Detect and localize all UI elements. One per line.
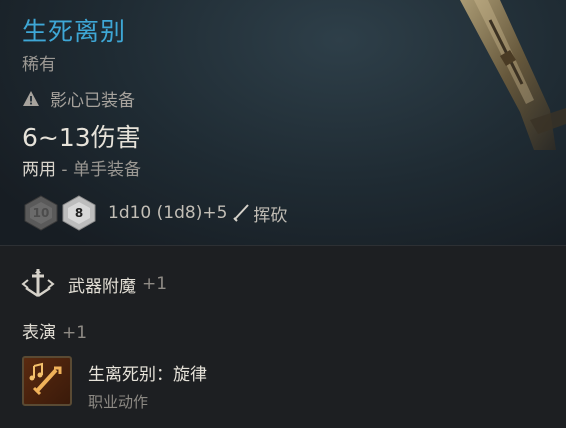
hand-type: 两用 [22,160,56,180]
damage-range: 6~13伤害 [22,123,141,152]
hand-type-row: 两用 - 单手装备 [22,155,141,180]
weapon-art-icon [460,0,566,150]
die-label: 10 [32,206,50,220]
die-label: 8 [74,206,84,220]
equip-status-row: 影心已装备 [22,86,135,111]
music-sword-icon [22,356,72,406]
item-name: 生死离别 [22,17,127,46]
enchant-value: +1 [142,274,168,294]
d10-dim-die-icon: 10 [22,194,60,232]
equip-status-text: 影心已装备 [50,91,135,111]
warning-icon [23,90,39,106]
performance-value: +1 [62,323,88,343]
tooltip-details: 武器附魔 +1 表演 +1 生离死别：旋律 职业动作 [0,246,566,428]
class-action-row[interactable]: 生离死别：旋律 职业动作 [22,356,207,412]
performance-label: 表演 [22,323,56,343]
weapon-enchant-icon [21,269,55,298]
hand-subtype: 单手装备 [72,160,141,180]
enchant-row: 武器附魔 +1 [20,266,167,302]
item-rarity: 稀有 [22,55,56,75]
performance-row: 表演 +1 [22,318,87,343]
class-action-type: 职业动作 [88,393,149,411]
hand-separator: - [56,160,73,180]
slashing-icon [233,204,250,222]
enchant-label: 武器附魔 [68,276,136,297]
tooltip-header: 生死离别 稀有 影心已装备 6~13伤害 两用 - 单手装备 10 8 1d10… [0,0,566,246]
d8-die-icon: 8 [60,194,98,232]
class-action-name: 生离死别：旋律 [88,365,207,385]
class-action-texts: 生离死别：旋律 职业动作 [88,360,207,412]
damage-formula: 1d10 (1d8)+5 [108,203,228,223]
damage-dice-row: 10 8 1d10 (1d8)+5 挥砍 [22,194,287,232]
item-tooltip: 生死离别 稀有 影心已装备 6~13伤害 两用 - 单手装备 10 8 1d10… [0,0,566,428]
damage-type: 挥砍 [253,205,288,226]
